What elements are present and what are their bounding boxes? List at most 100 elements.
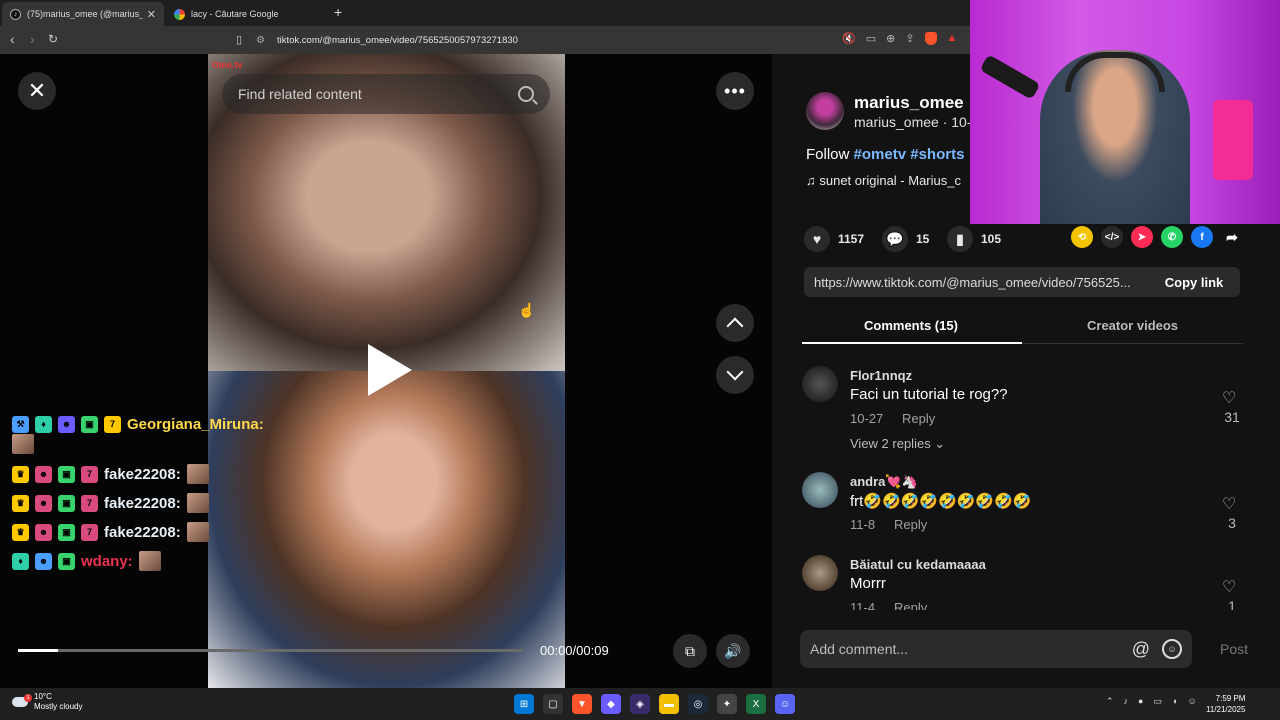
close-tab-icon[interactable]: ✕ (147, 8, 156, 21)
brave-rewards-icon[interactable]: ▲ (947, 32, 958, 45)
cloud-icon: 1 (12, 694, 32, 707)
forward-icon[interactable]: › (30, 31, 35, 47)
share-arrow-icon[interactable]: ➦ (1221, 226, 1243, 248)
steam-icon[interactable]: ◎ (688, 694, 708, 714)
badge-icon: 7 (81, 523, 98, 541)
play-icon[interactable] (368, 344, 412, 396)
share-link-url[interactable]: https://www.tiktok.com/@marius_omee/vide… (814, 275, 1148, 290)
reply-button[interactable]: Reply (894, 600, 927, 610)
heart-outline-icon[interactable]: ♡ (1222, 494, 1236, 514)
reload-icon[interactable]: ↻ (48, 32, 58, 46)
search-placeholder: Find related content (238, 86, 362, 102)
related-search-input[interactable]: Find related content (222, 74, 550, 114)
more-options-button[interactable]: ••• (716, 72, 754, 110)
commenter-avatar[interactable] (802, 555, 838, 591)
reply-button[interactable]: Reply (894, 517, 927, 532)
brave-shield-icon[interactable] (924, 32, 937, 45)
comment-like-count: 31 (1224, 409, 1240, 425)
repost-icon[interactable]: ⟲ (1071, 226, 1093, 248)
gift-badge-icon: ▣ (81, 415, 98, 433)
add-comment-input[interactable]: Add comment... @ ☺ (800, 630, 1192, 668)
comment-button[interactable]: 💬 15 (882, 226, 929, 252)
comment-username[interactable]: Băiatul cu kedamaaaa (850, 557, 986, 572)
hand-cursor-icon: ☝ (518, 302, 536, 318)
commenter-avatar[interactable] (802, 472, 838, 508)
chevron-up-icon[interactable]: ⌃ (1106, 696, 1114, 707)
cast-icon[interactable]: ▭ (866, 32, 876, 45)
close-icon: ✕ (27, 78, 47, 103)
heart-outline-icon[interactable]: ♡ (1222, 577, 1236, 597)
back-icon[interactable]: ‹ (10, 31, 15, 47)
tab-google[interactable]: lacy - Căutare Google (166, 2, 328, 26)
chat-username: Georgiana_Miruna: (127, 415, 264, 433)
badge-icon: ⚒ (12, 415, 29, 433)
tab-comments[interactable]: Comments (15) (864, 318, 958, 333)
next-video-button[interactable] (716, 356, 754, 394)
app-icon[interactable]: ✦ (717, 694, 737, 714)
speaker-icon[interactable]: ♪ (1124, 696, 1129, 707)
task-view-icon[interactable]: ▢ (543, 694, 563, 714)
share-page-icon[interactable]: ⇪ (905, 32, 914, 45)
music-link[interactable]: ♫ sunet original - Marius_c (806, 173, 961, 188)
bookmark-icon[interactable]: ▯ (236, 33, 242, 46)
start-icon[interactable]: ⊞ (514, 694, 534, 714)
tab-creator-videos[interactable]: Creator videos (1087, 318, 1178, 333)
mic-icon[interactable]: ● (1138, 696, 1143, 707)
whatsapp-icon[interactable]: ✆ (1161, 226, 1183, 248)
chat-username: fake22208: (104, 465, 181, 483)
post-caption: Follow #ometv #shorts (806, 146, 964, 163)
comment-username[interactable]: Flor1nnqz (850, 368, 912, 383)
chat-emote-line (12, 433, 264, 455)
view-replies-link[interactable]: View 2 replies ⌄ (850, 436, 945, 452)
comment-icon: 💬 (882, 226, 908, 252)
progress-bar[interactable] (18, 649, 523, 652)
site-info-icon[interactable]: ⚙ (256, 35, 265, 46)
weather-widget[interactable]: 1 10°C Mostly cloudy (12, 692, 82, 712)
volume-tray-icon[interactable]: ◖ (1172, 696, 1177, 707)
app-icon[interactable]: ◈ (630, 694, 650, 714)
author-avatar[interactable] (806, 92, 844, 130)
post-button[interactable]: Post (1220, 641, 1248, 657)
search-icon[interactable] (518, 86, 534, 102)
copy-link-button[interactable]: Copy link (1148, 275, 1240, 290)
send-icon[interactable]: ➤ (1131, 226, 1153, 248)
previous-video-button[interactable] (716, 304, 754, 342)
discord-icon[interactable]: ☺ (775, 694, 795, 714)
commenter-avatar[interactable] (802, 366, 838, 402)
comment-username[interactable]: andra💘🦄 (850, 474, 918, 490)
comment-date: 11-4 (850, 600, 876, 610)
file-explorer-icon[interactable]: ▬ (659, 694, 679, 714)
lamp-shape (1213, 100, 1253, 180)
badge-icon: ☻ (35, 523, 52, 541)
comment-text: Faci un tutorial te rog?? (850, 386, 1008, 403)
new-tab-button[interactable]: + (334, 4, 342, 20)
embed-icon[interactable]: </> (1101, 226, 1123, 248)
zoom-icon[interactable]: ⊕ (886, 32, 895, 45)
copilot-icon[interactable]: ◆ (601, 694, 621, 714)
network-icon[interactable]: ▭ (1153, 696, 1162, 707)
reply-button[interactable]: Reply (902, 411, 935, 426)
emoji-icon[interactable]: ☺ (1162, 639, 1182, 659)
mute-tab-icon[interactable]: 🔇 (842, 32, 856, 45)
save-button[interactable]: ▮ 105 (947, 226, 1001, 252)
comment-text: Morrr (850, 575, 886, 592)
heart-outline-icon[interactable]: ♡ (1222, 388, 1236, 408)
like-button[interactable]: ♥ 1157 (804, 226, 864, 252)
excel-icon[interactable]: X (746, 694, 766, 714)
video-player[interactable]: Ome.tv Find related content (208, 54, 565, 688)
share-link-box: https://www.tiktok.com/@marius_omee/vide… (804, 267, 1240, 297)
hashtag-link[interactable]: #ometv (854, 146, 907, 163)
author-name[interactable]: marius_omee (854, 93, 964, 113)
close-button[interactable]: ✕ (18, 72, 56, 110)
volume-button[interactable]: 🔊 (716, 634, 750, 668)
tab-tiktok[interactable]: ♪ (75)marius_omee (@marius_ome ✕ (2, 2, 164, 26)
brave-icon[interactable]: ▼ (572, 694, 592, 714)
chat-message: ♛ ☻ ▣ 7 fake22208: (12, 493, 264, 513)
pip-button[interactable]: ⧉ (673, 634, 707, 668)
app-tray-icon[interactable]: ☺ (1187, 696, 1196, 707)
badge-icon: ♦ (12, 552, 29, 570)
hashtag-link[interactable]: #shorts (910, 146, 964, 163)
system-clock[interactable]: 7:59 PM 11/21/2025 (1206, 693, 1245, 715)
mention-icon[interactable]: @ (1132, 639, 1150, 660)
facebook-icon[interactable]: f (1191, 226, 1213, 248)
